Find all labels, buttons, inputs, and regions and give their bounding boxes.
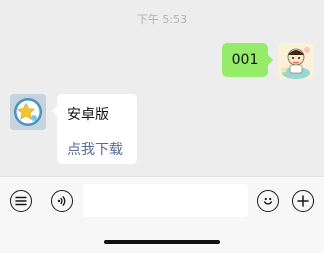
emoji-icon[interactable] [257,190,279,212]
self-avatar[interactable] [278,43,314,79]
voice-icon[interactable] [51,190,73,212]
chat-area: 下午 5:53 001 安卓版 点我下载 [0,0,324,176]
list-icon[interactable] [10,190,32,212]
contact-avatar-image [10,94,46,130]
message-timestamp: 下午 5:53 [136,13,188,26]
card-title: 安卓版 [67,107,109,123]
plus-icon[interactable] [292,190,314,212]
outgoing-message-bubble[interactable]: 001 [222,43,273,77]
contact-avatar[interactable] [10,94,46,130]
download-link[interactable]: 点我下载 [67,139,123,159]
message-input[interactable] [83,184,248,217]
home-indicator[interactable] [104,240,220,244]
input-toolbar [0,176,324,253]
self-avatar-image [278,43,314,79]
outgoing-message-text: 001 [231,52,259,68]
incoming-link-card[interactable]: 安卓版 点我下载 [52,94,137,164]
